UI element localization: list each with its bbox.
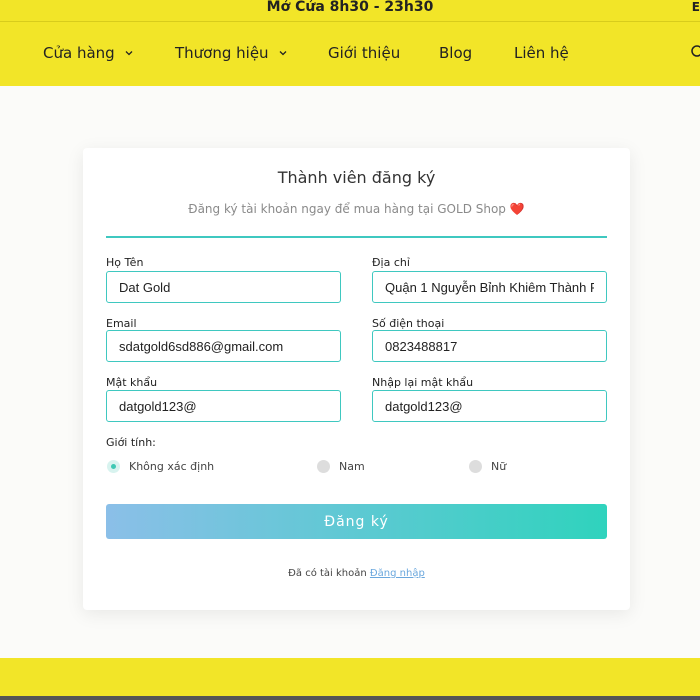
nav-item-store[interactable]: Cửa hàng: [43, 44, 133, 62]
fullname-label: Họ Tên: [106, 256, 144, 269]
nav-item-label: Thương hiệu: [175, 44, 269, 62]
nav-item-about[interactable]: Giới thiệu: [328, 44, 400, 62]
password-confirm-label: Nhập lại mật khẩu: [372, 376, 474, 389]
gender-option-label: Nam: [339, 460, 365, 473]
gender-label: Giới tính:: [106, 436, 156, 449]
top-announcement-bar: Mở Cửa 8h30 - 23h30 E: [0, 0, 700, 22]
nav-item-label: Liên hệ: [514, 44, 569, 62]
password-confirm-input[interactable]: [372, 390, 607, 422]
opening-hours-text: Mở Cửa 8h30 - 23h30: [266, 0, 434, 15]
address-input[interactable]: [372, 271, 607, 303]
gender-option-male[interactable]: Nam: [317, 460, 365, 473]
email-label: Email: [106, 317, 137, 330]
footer: [0, 658, 700, 700]
login-prompt: Đã có tài khoản Đăng nhập: [83, 568, 630, 579]
form-title: Thành viên đăng ký: [277, 168, 436, 187]
form-subtitle: Đăng ký tài khoản ngay để mua hàng tại G…: [83, 202, 630, 216]
form-subtitle-text: Đăng ký tài khoản ngay để mua hàng tại G…: [188, 202, 506, 216]
gender-option-unspecified[interactable]: Không xác định: [107, 460, 214, 473]
nav-item-blog[interactable]: Blog: [439, 44, 472, 62]
nav-item-label: Blog: [439, 44, 473, 62]
gender-option-female[interactable]: Nữ: [469, 460, 506, 473]
fullname-input[interactable]: [106, 271, 341, 303]
main-navigation: Cửa hàng Thương hiệu Giới thiệu Blog Liê…: [0, 22, 700, 86]
nav-item-brands[interactable]: Thương hiệu: [175, 44, 287, 62]
radio-unchecked-icon[interactable]: [317, 460, 330, 473]
form-divider: [106, 236, 607, 238]
address-label: Địa chỉ: [372, 256, 410, 269]
chevron-down-icon: [279, 51, 287, 56]
phone-label: Số điện thoại: [372, 317, 445, 330]
nav-item-label: Giới thiệu: [328, 44, 401, 62]
gender-option-label: Không xác định: [129, 460, 215, 473]
topbar-edge-text: E: [691, 0, 700, 14]
heart-icon: ❤️: [509, 202, 525, 216]
radio-checked-icon[interactable]: [107, 460, 120, 473]
nav-item-label: Cửa hàng: [43, 44, 115, 62]
footer-bottom-bar: [0, 696, 700, 700]
chevron-down-icon: [125, 51, 133, 56]
gender-option-label: Nữ: [491, 460, 507, 473]
email-field[interactable]: [106, 330, 341, 362]
login-link[interactable]: Đăng nhập: [370, 568, 425, 579]
register-button[interactable]: Đăng ký: [106, 504, 607, 539]
nav-item-contact[interactable]: Liên hệ: [514, 44, 569, 62]
search-icon[interactable]: [690, 44, 700, 60]
password-label: Mật khẩu: [106, 376, 158, 389]
radio-unchecked-icon[interactable]: [469, 460, 482, 473]
password-input[interactable]: [106, 390, 341, 422]
login-prompt-text: Đã có tài khoản: [288, 568, 367, 579]
phone-input[interactable]: [372, 330, 607, 362]
registration-card: Thành viên đăng ký Đăng ký tài khoản nga…: [83, 148, 630, 610]
